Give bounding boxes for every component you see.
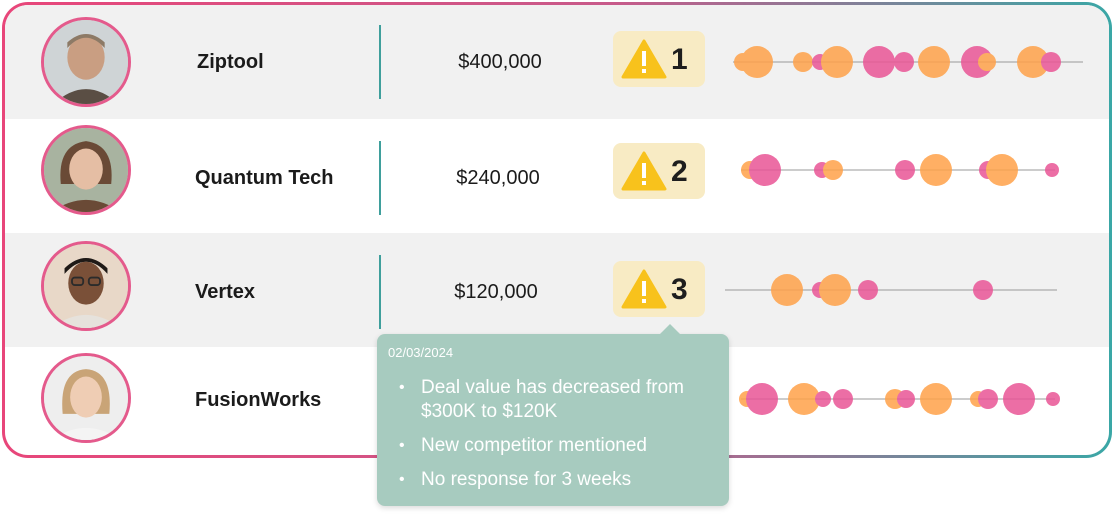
- risk-rank: 3: [671, 273, 688, 306]
- person-photo-icon: [44, 128, 128, 212]
- deal-row-vertex[interactable]: Vertex $120,000 3: [5, 233, 1109, 347]
- activity-dot: [920, 383, 952, 415]
- activity-dot: [894, 52, 914, 72]
- deal-name: Quantum Tech: [195, 167, 334, 189]
- avatar: [41, 125, 131, 215]
- deal-value: $240,000: [456, 167, 540, 189]
- activity-dot: [771, 274, 803, 306]
- risk-reason-item: Deal value has decreased from $300K to $…: [397, 376, 717, 424]
- divider: [379, 141, 381, 215]
- activity-dot: [978, 53, 996, 71]
- activity-dot: [897, 390, 915, 408]
- activity-dot: [1045, 163, 1059, 177]
- activity-dot: [973, 280, 993, 300]
- activity-dot: [815, 391, 831, 407]
- activity-dot: [746, 383, 778, 415]
- activity-timeline: [725, 364, 1105, 434]
- activity-dot: [1041, 52, 1061, 72]
- activity-dot: [918, 46, 950, 78]
- avatar: [41, 17, 131, 107]
- activity-dot: [863, 46, 895, 78]
- risk-badge[interactable]: 3: [613, 261, 705, 317]
- activity-timeline: [725, 255, 1105, 325]
- activity-dot: [978, 389, 998, 409]
- activity-dot: [741, 46, 773, 78]
- activity-dot: [1003, 383, 1035, 415]
- deal-name: FusionWorks: [195, 389, 322, 411]
- risk-reason-item: New competitor mentioned: [397, 434, 717, 458]
- activity-timeline: [725, 27, 1105, 97]
- activity-dot: [823, 160, 843, 180]
- avatar: [41, 353, 131, 443]
- activity-dot: [793, 52, 813, 72]
- risk-badge[interactable]: 2: [613, 143, 705, 199]
- risk-reason-item: No response for 3 weeks: [397, 468, 717, 492]
- tooltip-date: 02/03/2024: [388, 345, 454, 360]
- activity-dot: [858, 280, 878, 300]
- warning-icon: [621, 269, 667, 309]
- risk-badge[interactable]: 1: [613, 31, 705, 87]
- divider: [379, 255, 381, 329]
- deal-row-ziptool[interactable]: Ziptool $400,000 1: [5, 5, 1109, 119]
- deal-row-quantum-tech[interactable]: Quantum Tech $240,000 2: [5, 119, 1109, 233]
- warning-icon: [621, 39, 667, 79]
- activity-dot: [749, 154, 781, 186]
- person-photo-icon: [44, 356, 128, 440]
- deal-value: $400,000: [458, 51, 542, 73]
- activity-timeline: [725, 135, 1105, 205]
- activity-dot: [920, 154, 952, 186]
- risk-rank: 2: [671, 155, 688, 188]
- person-photo-icon: [44, 244, 128, 328]
- activity-dot: [1046, 392, 1060, 406]
- risk-details-tooltip: 02/03/2024 Deal value has decreased from…: [377, 324, 729, 506]
- activity-dot: [821, 46, 853, 78]
- activity-dot: [986, 154, 1018, 186]
- deal-value: $120,000: [454, 281, 538, 303]
- risk-rank: 1: [671, 43, 688, 76]
- avatar: [41, 241, 131, 331]
- deal-name: Ziptool: [197, 51, 264, 73]
- activity-dot: [819, 274, 851, 306]
- risk-reasons-list: Deal value has decreased from $300K to $…: [397, 376, 717, 502]
- warning-icon: [621, 151, 667, 191]
- divider: [379, 25, 381, 99]
- deal-name: Vertex: [195, 281, 256, 303]
- person-photo-icon: [44, 20, 128, 104]
- activity-dot: [833, 389, 853, 409]
- activity-dot: [895, 160, 915, 180]
